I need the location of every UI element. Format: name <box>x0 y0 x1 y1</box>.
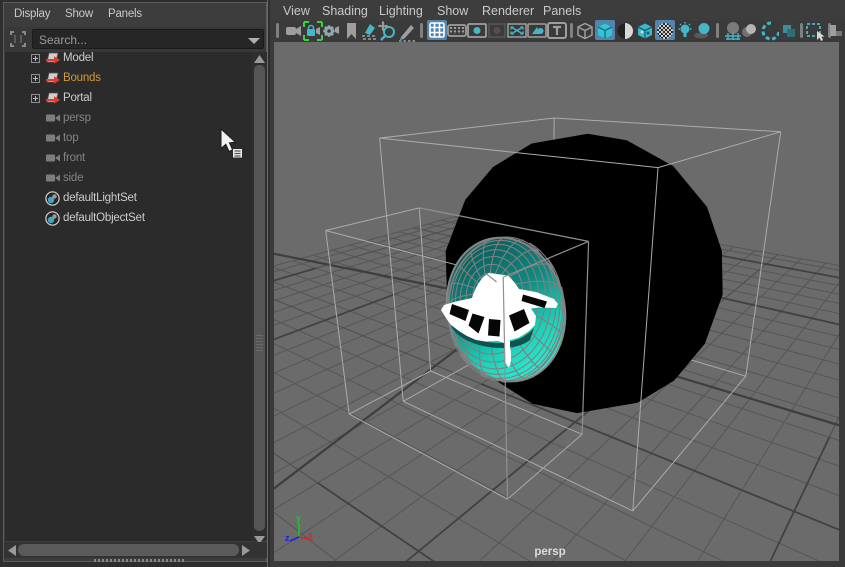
svg-text:x: x <box>308 530 313 540</box>
svg-text:z: z <box>285 533 290 543</box>
svg-text:y: y <box>296 513 301 523</box>
svg-text:persp: persp <box>534 546 565 558</box>
